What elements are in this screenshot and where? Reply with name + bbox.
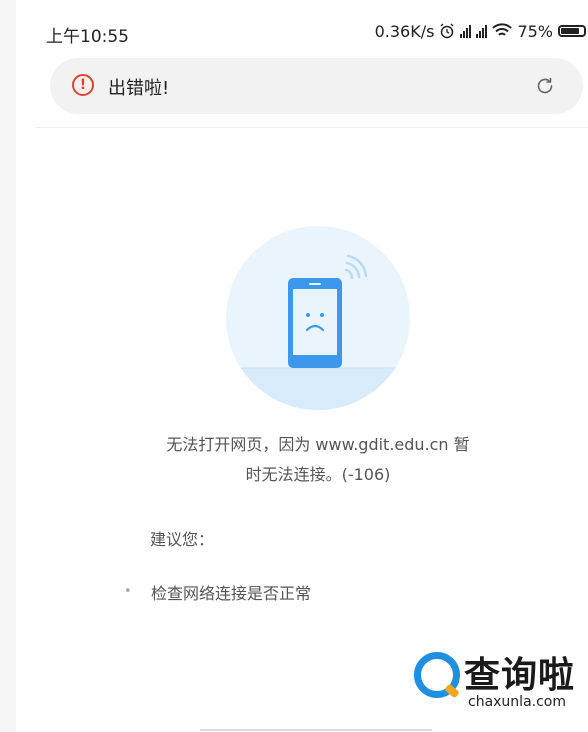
signal-icon-2: [476, 24, 488, 38]
net-speed: 0.36K/s: [374, 21, 435, 41]
signal-icon-1: [460, 24, 472, 38]
error-message: 无法打开网页，因为 www.gdit.edu.cn 暂 时无法连接。(-106): [120, 430, 516, 490]
bullet-icon: •: [124, 584, 132, 599]
status-bar: 上午10:55 0.36K/s 75%: [0, 0, 588, 56]
battery-percent: 75%: [517, 21, 553, 41]
alarm-icon: [440, 23, 454, 39]
error-icon: !: [72, 74, 94, 96]
watermark-name: 查询啦: [464, 654, 576, 696]
suggestion-label: 建议您：: [150, 530, 215, 549]
error-message-line1: 无法打开网页，因为 www.gdit.edu.cn 暂: [166, 435, 470, 454]
bottom-indicator: [200, 729, 432, 731]
error-message-line2: 时无法连接。(-106): [245, 465, 391, 484]
watermark-q-icon: [414, 652, 460, 698]
disconnected-phone-icon: [226, 226, 410, 410]
watermark-logo: 查询啦 chaxunla.com: [412, 646, 588, 716]
address-bar[interactable]: ! 出错啦!: [50, 58, 583, 114]
status-time: 上午10:55: [46, 27, 129, 47]
reload-icon[interactable]: [535, 76, 555, 96]
watermark-url: chaxunla.com: [468, 694, 566, 710]
status-icons: 0.36K/s 75%: [375, 20, 586, 42]
wifi-icon: [492, 23, 513, 36]
header-divider: [36, 127, 588, 128]
suggestion-item: 检查网络连接是否正常: [151, 584, 312, 603]
left-edge-strip: [0, 0, 16, 732]
page-title: 出错啦!: [108, 78, 170, 99]
battery-icon: [558, 25, 586, 37]
